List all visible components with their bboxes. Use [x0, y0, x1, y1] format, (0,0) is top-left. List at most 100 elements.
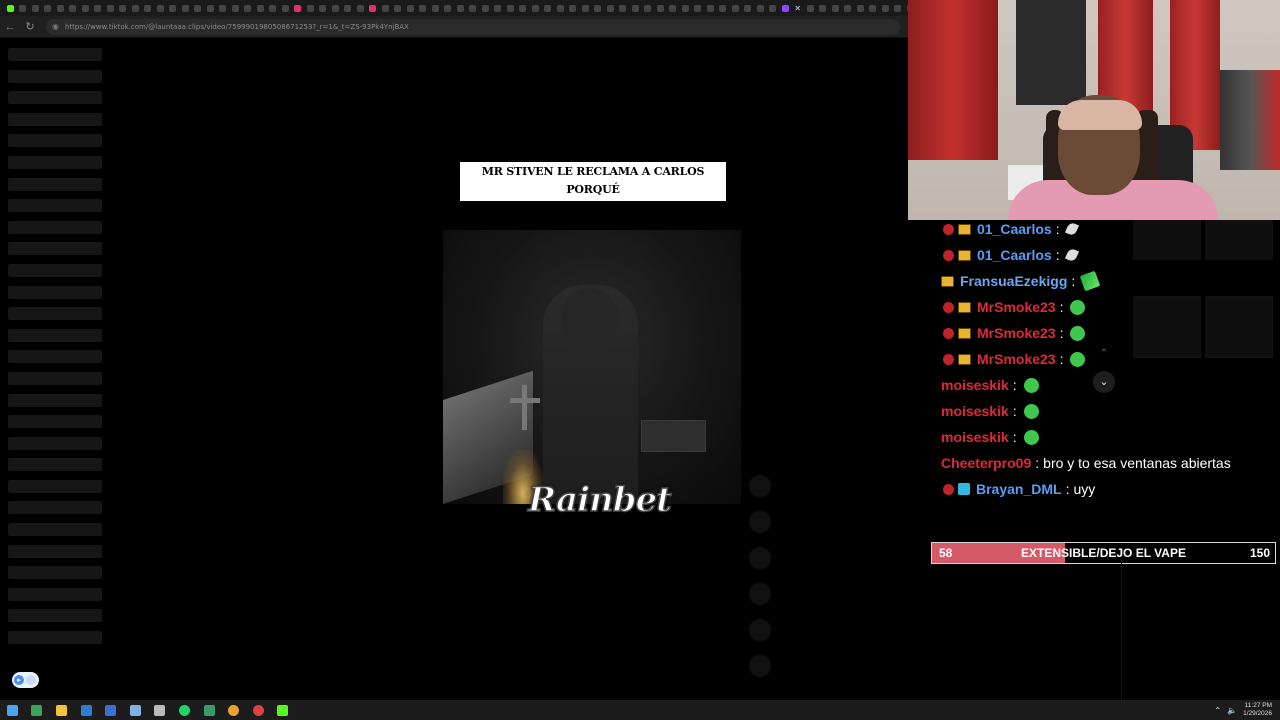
browser-tab-tiktok[interactable] [554, 2, 567, 14]
browser-tab-kick[interactable] [4, 2, 17, 14]
action-button-6[interactable] [749, 655, 771, 677]
browser-tab-tiktok[interactable] [642, 2, 655, 14]
browser-tab-tiktok[interactable] [879, 2, 892, 14]
chat-username[interactable]: Cheeterpro09 [941, 455, 1031, 471]
browser-tab-tiktok[interactable] [67, 2, 80, 14]
browser-tab-tiktok[interactable] [129, 2, 142, 14]
chevron-up-icon[interactable]: ⌃ [1094, 345, 1114, 363]
browser-tab-tiktok[interactable] [342, 2, 355, 14]
autoscroll-toggle[interactable]: ▸ [12, 672, 39, 688]
browser-tab-tiktok[interactable] [254, 2, 267, 14]
browser-tab-tiktok[interactable] [267, 2, 280, 14]
browser-tab-tiktok[interactable] [692, 2, 705, 14]
chat-username[interactable]: moiseskik [941, 403, 1009, 419]
browser-tab-tiktok[interactable] [654, 2, 667, 14]
speaker-icon[interactable]: 🔈 [1227, 706, 1237, 715]
browser-tab-tiktok[interactable] [579, 2, 592, 14]
chevron-up-icon[interactable]: ⌃ [1214, 706, 1221, 715]
browser-tab-instagram[interactable] [367, 2, 380, 14]
chat-username[interactable]: 01_Caarlos [977, 247, 1052, 263]
app-red-icon[interactable] [246, 700, 271, 720]
browser-tab-tiktok[interactable] [179, 2, 192, 14]
browser-tab-tiktok[interactable] [217, 2, 230, 14]
browser-tab-tiktok[interactable] [817, 2, 830, 14]
browser-tab-tiktok[interactable] [717, 2, 730, 14]
chat-username[interactable]: Brayan_DML [976, 481, 1062, 497]
windows-start-icon[interactable] [0, 700, 25, 720]
browser-tab-tiktok[interactable] [454, 2, 467, 14]
browser-tab-tiktok[interactable] [867, 2, 880, 14]
browser-tab-tiktok[interactable] [442, 2, 455, 14]
browser-tab-x[interactable]: ✕ [792, 2, 805, 14]
reload-icon[interactable]: ↻ [20, 17, 40, 37]
browser-tab-tiktok[interactable] [242, 2, 255, 14]
browser-tab-tiktok[interactable] [167, 2, 180, 14]
app-pen-icon[interactable] [148, 700, 173, 720]
chat-username[interactable]: moiseskik [941, 429, 1009, 445]
browser-tab-tiktok[interactable] [742, 2, 755, 14]
browser-tab-tiktok[interactable] [492, 2, 505, 14]
browser-tab-tiktok[interactable] [429, 2, 442, 14]
browser-tab-tiktok[interactable] [504, 2, 517, 14]
chat-username[interactable]: FransuaEzekigg [960, 273, 1067, 289]
edge-icon[interactable] [74, 700, 99, 720]
browser-tab-tiktok[interactable] [354, 2, 367, 14]
file-explorer-icon[interactable] [49, 700, 74, 720]
browser-tab-tiktok[interactable] [542, 2, 555, 14]
browser-tab-tiktok[interactable] [629, 2, 642, 14]
browser-tab-tiktok[interactable] [379, 2, 392, 14]
browser-tab-tiktok[interactable] [467, 2, 480, 14]
chrome-icon[interactable] [221, 700, 246, 720]
browser-tab-tiktok[interactable] [304, 2, 317, 14]
browser-tab-tiktok[interactable] [842, 2, 855, 14]
browser-tab-tiktok[interactable] [604, 2, 617, 14]
browser-tab-tiktok[interactable] [892, 2, 905, 14]
browser-tab-tiktok[interactable] [54, 2, 67, 14]
browser-tab-tiktok[interactable] [854, 2, 867, 14]
chat-username[interactable]: MrSmoke23 [977, 325, 1056, 341]
action-button-1[interactable] [749, 475, 771, 497]
browser-tab-tiktok[interactable] [279, 2, 292, 14]
browser-tab-tiktok[interactable] [29, 2, 42, 14]
clock[interactable]: 11:27 PM 1/29/2026 [1243, 702, 1272, 718]
browser-tab-tiktok[interactable] [104, 2, 117, 14]
url-field[interactable]: ◉ https://www.tiktok.com/@launtaaa.clips… [46, 18, 900, 35]
browser-tab-tiktok[interactable] [142, 2, 155, 14]
browser-tab-tiktok[interactable] [754, 2, 767, 14]
steam-icon[interactable] [123, 700, 148, 720]
spotify-icon[interactable] [172, 700, 197, 720]
video-player[interactable] [443, 230, 741, 504]
action-button-2[interactable] [749, 511, 771, 533]
app-green-icon[interactable] [25, 700, 50, 720]
browser-tab-tiktok[interactable] [592, 2, 605, 14]
back-arrow-icon[interactable]: ← [0, 17, 20, 37]
browser-tab-tiktok[interactable] [329, 2, 342, 14]
browser-tab-tiktok[interactable] [404, 2, 417, 14]
browser-tab-tiktok[interactable] [92, 2, 105, 14]
action-button-5[interactable] [749, 619, 771, 641]
chat-username[interactable]: MrSmoke23 [977, 351, 1056, 367]
action-button-3[interactable] [749, 547, 771, 569]
browser-tab-tiktok[interactable] [804, 2, 817, 14]
browser-tab-tiktok[interactable] [42, 2, 55, 14]
chat-username[interactable]: moiseskik [941, 377, 1009, 393]
browser-tab-tiktok[interactable] [704, 2, 717, 14]
browser-tab-tiktok[interactable] [667, 2, 680, 14]
browser-tab-tiktok[interactable] [829, 2, 842, 14]
browser-tab-tiktok[interactable] [729, 2, 742, 14]
browser-tab-tiktok[interactable] [392, 2, 405, 14]
terminal-icon[interactable] [197, 700, 222, 720]
site-info-icon[interactable]: ◉ [52, 22, 59, 31]
browser-tab-tiktok[interactable] [617, 2, 630, 14]
chat-username[interactable]: MrSmoke23 [977, 299, 1056, 315]
browser-tab-tiktok[interactable] [117, 2, 130, 14]
browser-tab-tiktok[interactable] [17, 2, 30, 14]
chat-username[interactable]: 01_Caarlos [977, 221, 1052, 237]
browser-tab-tiktok[interactable] [679, 2, 692, 14]
browser-tab-tiktok[interactable] [567, 2, 580, 14]
browser-tab-tiktok[interactable] [317, 2, 330, 14]
browser-tab-tiktok[interactable] [767, 2, 780, 14]
browser-tab-twitch[interactable] [779, 2, 792, 14]
browser-tab-tiktok[interactable] [517, 2, 530, 14]
chevron-down-icon[interactable]: ⌄ [1093, 371, 1115, 393]
